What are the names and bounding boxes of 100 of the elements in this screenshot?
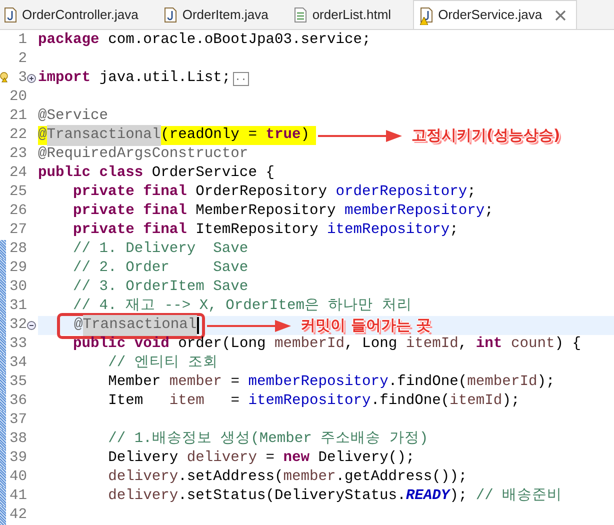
code-token: Item bbox=[108, 392, 144, 411]
line-number: 3 bbox=[18, 68, 27, 88]
line-number: 25 bbox=[9, 182, 27, 202]
line-number: 42 bbox=[9, 506, 27, 525]
code-token: @ bbox=[38, 126, 47, 145]
code-token: , bbox=[458, 334, 468, 354]
line-number: 41 bbox=[9, 486, 27, 506]
code-token: public void bbox=[73, 334, 170, 354]
code-token: ); bbox=[450, 486, 468, 506]
line-number: 2 bbox=[18, 50, 27, 69]
code-token: ItemRepository bbox=[196, 220, 320, 240]
line-number: 40 bbox=[9, 468, 27, 487]
line-number: 33 bbox=[9, 334, 27, 354]
code-token: Transactional bbox=[82, 314, 197, 336]
fold-plus-icon[interactable] bbox=[27, 74, 36, 83]
html-file-icon bbox=[294, 6, 308, 22]
line-number: 1 bbox=[18, 30, 27, 50]
line-number: 36 bbox=[9, 392, 27, 411]
text-cursor bbox=[196, 317, 199, 334]
collapsed-imports-marker[interactable]: .. bbox=[232, 72, 249, 86]
code-token: .setAddress( bbox=[178, 468, 284, 487]
code-token: Transactional bbox=[46, 124, 161, 146]
code-token: delivery bbox=[108, 468, 178, 487]
code-token: item bbox=[169, 392, 204, 411]
code-token: ) bbox=[300, 126, 310, 145]
code-token: new bbox=[283, 448, 310, 468]
code-token: OrderRepository bbox=[196, 182, 328, 202]
code-token: delivery bbox=[108, 486, 178, 506]
code-token: itemId bbox=[450, 392, 502, 411]
code-token: @RequiredArgsConstructor bbox=[38, 144, 248, 164]
line-number: 32 bbox=[9, 316, 27, 335]
code-token: // 1.배송정보 생성(Member 주소배송 가정) bbox=[108, 430, 428, 449]
code-token: ; bbox=[467, 182, 476, 202]
code-token: member bbox=[283, 468, 336, 487]
code-token: , Long bbox=[344, 334, 398, 354]
line-number: 20 bbox=[9, 88, 27, 107]
line-number: 37 bbox=[9, 410, 27, 430]
code-token: Delivery bbox=[108, 448, 180, 468]
line-number: 31 bbox=[9, 296, 27, 316]
code-token: package bbox=[38, 30, 100, 50]
code-token: private final bbox=[73, 182, 187, 202]
code-token: memberId bbox=[274, 334, 345, 354]
code-token: @ bbox=[74, 316, 83, 335]
line-number: 26 bbox=[9, 202, 27, 221]
code-token: Member bbox=[108, 372, 162, 392]
editor-tab[interactable]: OrderItem.java bbox=[160, 0, 290, 29]
code-token: .findOne( bbox=[370, 392, 450, 411]
line-number: 29 bbox=[9, 258, 27, 278]
line-number: 23 bbox=[9, 144, 27, 164]
code-token: // 4. 재고 --> X, OrderItem은 하나만 처리 bbox=[73, 296, 412, 316]
line-number: 34 bbox=[9, 354, 27, 373]
code-token: (readOnly = bbox=[160, 126, 258, 145]
fold-minus-icon[interactable] bbox=[27, 321, 36, 330]
code-token: order(Long bbox=[178, 334, 267, 354]
editor-tab[interactable]: OrderService.java bbox=[413, 0, 578, 29]
code-token: memberId bbox=[467, 372, 538, 392]
code-token: memberRepository bbox=[248, 372, 388, 392]
code-token: ); bbox=[537, 372, 555, 392]
code-token: com.oracle.oBootJpa03.service; bbox=[108, 30, 371, 50]
code-token: ; bbox=[450, 220, 458, 240]
code-token: ; bbox=[484, 202, 494, 221]
java-file-icon bbox=[420, 7, 434, 23]
code-token: int bbox=[476, 334, 502, 354]
code-token: private final bbox=[73, 202, 187, 221]
line-number: 27 bbox=[9, 220, 27, 240]
code-token: memberRepository bbox=[344, 202, 485, 221]
code-token: orderRepository bbox=[336, 182, 468, 202]
code-token: public class bbox=[38, 164, 144, 183]
java-file-icon bbox=[4, 6, 17, 22]
code-token: .findOne( bbox=[388, 372, 468, 392]
code-token: // 배송준비 bbox=[476, 486, 562, 506]
code-token: // 엔티티 조회 bbox=[108, 354, 218, 373]
code-token: itemRepository bbox=[248, 392, 371, 411]
editor-tab[interactable]: orderList.html bbox=[290, 0, 414, 29]
code-token: true bbox=[266, 126, 301, 145]
editor-tab[interactable]: OrderController.java bbox=[0, 0, 160, 29]
line-number: 30 bbox=[9, 278, 27, 297]
code-token: .setStatus(DeliveryStatus. bbox=[178, 486, 406, 506]
code-token: Delivery(); bbox=[318, 448, 415, 468]
annotation-text: 고정시키기(성능상승) bbox=[412, 125, 560, 146]
line-number: 35 bbox=[9, 372, 27, 392]
code-token: READY bbox=[406, 486, 450, 506]
code-token: .getAddress()); bbox=[336, 468, 468, 487]
code-token: private final bbox=[73, 220, 187, 240]
code-token: count bbox=[510, 334, 555, 354]
code-token: // 1. Delivery Save bbox=[73, 240, 248, 259]
line-number: 28 bbox=[9, 240, 27, 259]
code-token: = bbox=[230, 372, 240, 392]
code-token: import bbox=[38, 68, 91, 88]
java-file-icon bbox=[164, 6, 178, 22]
close-icon[interactable] bbox=[555, 10, 566, 20]
code-token: member bbox=[169, 372, 222, 392]
code-token: ); bbox=[502, 392, 520, 411]
code-token: = bbox=[230, 392, 240, 411]
code-token: = bbox=[266, 448, 276, 468]
line-number: 24 bbox=[9, 164, 27, 183]
code-token: ) { bbox=[554, 334, 582, 354]
code-token: itemId bbox=[406, 334, 458, 354]
code-token: // 3. OrderItem Save bbox=[73, 278, 248, 297]
code-token: @Service bbox=[38, 106, 108, 126]
